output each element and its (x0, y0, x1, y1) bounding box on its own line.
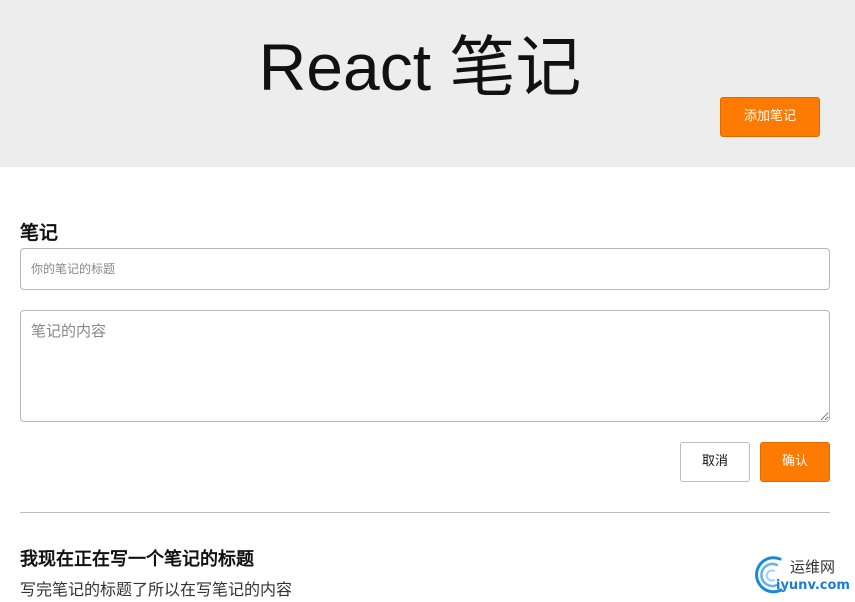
app-title: React 笔记 (258, 30, 582, 104)
add-note-button[interactable]: 添加笔记 (720, 97, 820, 137)
confirm-button[interactable]: 确认 (760, 442, 830, 482)
note-content-textarea[interactable] (20, 310, 830, 422)
watermark-name: 运维网 (790, 558, 836, 576)
note-content: 写完笔记的标题了所以在写笔记的内容 (20, 580, 293, 599)
app-header: React 笔记 添加笔记 (0, 0, 855, 167)
divider (20, 512, 830, 513)
note-title-input[interactable] (20, 248, 830, 290)
watermark: 运维网 iyunv.com (750, 552, 852, 598)
watermark-url: iyunv.com (776, 578, 850, 593)
cancel-button[interactable]: 取消 (680, 442, 750, 482)
note-title: 我现在正在写一个笔记的标题 (20, 549, 254, 570)
form-section-label: 笔记 (20, 222, 59, 244)
